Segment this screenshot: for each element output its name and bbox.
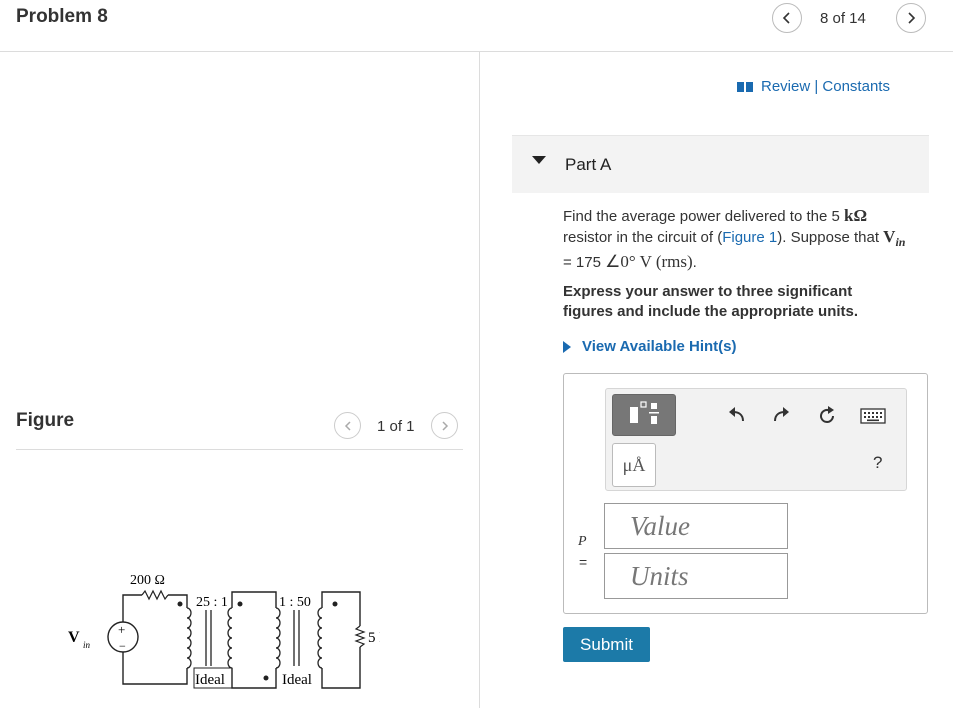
resistor-value: kΩ	[844, 206, 868, 225]
hint-label: View Available Hint(s)	[582, 338, 737, 355]
units-button[interactable]: μÅ	[612, 443, 656, 487]
polarity-dot	[237, 601, 243, 607]
book-icon	[737, 81, 753, 92]
chevron-right-icon	[908, 12, 916, 24]
review-constants-link[interactable]: Review | Constants	[737, 78, 890, 95]
units-input[interactable]	[604, 553, 788, 599]
wire	[231, 668, 277, 689]
top-bar: Problem 8 8 of 14	[0, 0, 953, 52]
chevron-left-icon	[782, 12, 790, 24]
ratio-2-label: 1 : 50	[279, 595, 311, 610]
ideal-1-label: Ideal	[195, 672, 225, 688]
source-resistor	[141, 589, 169, 601]
part-a-header[interactable]: Part A	[512, 135, 929, 193]
figure-previous-button[interactable]	[334, 412, 361, 439]
load-resistor	[354, 625, 366, 648]
wire	[321, 591, 361, 626]
figure-pager-text: 1 of 1	[377, 418, 415, 435]
part-title: Part A	[565, 155, 612, 174]
coil	[227, 607, 233, 669]
ideal-2-label: Ideal	[282, 672, 312, 688]
submit-button[interactable]: Submit	[563, 627, 650, 662]
previous-problem-button[interactable]	[772, 3, 802, 33]
phasor-value: ∠0° V (rms)	[605, 252, 693, 271]
equals-sign: =	[579, 554, 588, 570]
wire	[122, 594, 142, 622]
units-button-label: μÅ	[622, 454, 646, 475]
value-input[interactable]	[604, 503, 788, 549]
redo-icon	[774, 407, 789, 422]
reset-icon	[820, 406, 834, 423]
figure-label: Figure	[16, 410, 75, 431]
question-text-part: = 175	[563, 254, 606, 271]
undo-icon	[729, 407, 744, 422]
help-button[interactable]: ?	[873, 453, 882, 473]
collapse-caret-icon	[532, 156, 546, 164]
answer-box: μÅ ? P =	[563, 373, 928, 614]
next-problem-button[interactable]	[896, 3, 926, 33]
source-sub: in	[83, 640, 91, 650]
wire	[122, 652, 188, 685]
reset-button[interactable]	[815, 404, 839, 428]
question-text-part: .	[692, 254, 697, 271]
load-resistor-label: 5 kΩ	[368, 630, 380, 646]
redo-button[interactable]	[770, 405, 792, 427]
source-resistor-label: 200 Ω	[130, 573, 165, 588]
problem-pager-text: 8 of 14	[820, 10, 866, 27]
polarity-dot	[263, 675, 269, 681]
coil	[275, 607, 281, 669]
expand-caret-icon	[563, 340, 571, 353]
math-toolbar: μÅ ?	[605, 388, 907, 491]
figure-divider	[16, 449, 463, 450]
chevron-right-icon	[441, 420, 448, 431]
source-plus: +	[118, 622, 125, 637]
templates-button[interactable]	[612, 394, 676, 436]
vin-subscript: in	[895, 235, 906, 249]
polarity-dot	[332, 601, 338, 607]
coil	[317, 607, 323, 669]
vin-symbol: V	[883, 227, 896, 246]
question-text-part: Find the average power delivered to the …	[563, 208, 845, 225]
question-text: Find the average power delivered to the …	[563, 206, 913, 273]
view-hints-link[interactable]: View Available Hint(s)	[563, 338, 737, 355]
keyboard-button[interactable]	[859, 407, 887, 425]
keyboard-icon	[860, 408, 886, 424]
undo-button[interactable]	[726, 405, 748, 427]
question-text-part: resistor in the circuit of (	[563, 229, 723, 246]
answer-instructions: Express your answer to three significant…	[563, 283, 859, 320]
wire	[168, 594, 188, 608]
wire	[321, 647, 361, 689]
figure-1-link[interactable]: Figure 1	[722, 229, 777, 246]
source-label: V	[68, 629, 80, 646]
answer-variable: P	[578, 534, 587, 549]
pane-divider	[479, 52, 480, 708]
coil	[186, 607, 192, 669]
chevron-left-icon	[344, 420, 351, 431]
review-constants-label: Review | Constants	[761, 78, 890, 95]
ratio-1-label: 25 : 1	[196, 595, 228, 610]
circuit-diagram: V in + − 200 Ω 25 : 1 Ideal 1 : 50 Ideal…	[68, 573, 380, 689]
polarity-dot	[177, 601, 183, 607]
problem-title: Problem 8	[16, 6, 108, 27]
question-text-part: ). Suppose that	[777, 229, 884, 246]
figure-next-button[interactable]	[431, 412, 458, 439]
source-minus: −	[119, 639, 126, 653]
templates-icon	[630, 401, 659, 424]
